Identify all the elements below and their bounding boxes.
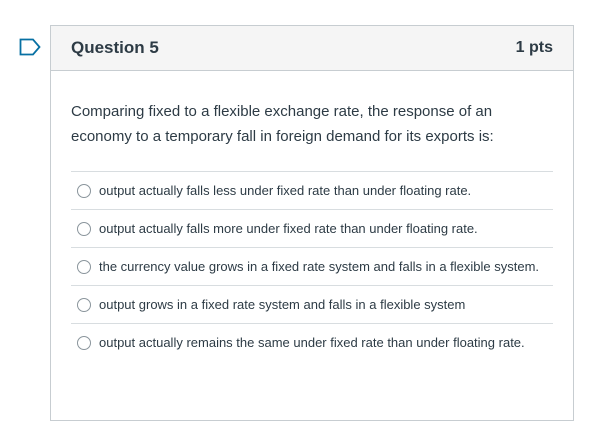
question-points: 1 pts	[515, 39, 553, 56]
radio-unchecked-icon[interactable]	[77, 184, 91, 198]
answer-label[interactable]: output actually falls more under fixed r…	[99, 219, 478, 238]
answer-option[interactable]: output grows in a fixed rate system and …	[71, 285, 553, 323]
answer-option[interactable]: output actually remains the same under f…	[71, 323, 553, 361]
answer-label[interactable]: the currency value grows in a fixed rate…	[99, 257, 539, 276]
answer-option[interactable]: output actually falls less under fixed r…	[71, 171, 553, 209]
answer-option[interactable]: the currency value grows in a fixed rate…	[71, 247, 553, 285]
answer-list: output actually falls less under fixed r…	[71, 171, 553, 361]
question-card: Question 5 1 pts Comparing fixed to a fl…	[50, 25, 574, 421]
question-title: Question 5	[71, 38, 159, 57]
quiz-page: Question 5 1 pts Comparing fixed to a fl…	[0, 0, 609, 446]
question-body: Comparing fixed to a flexible exchange r…	[51, 71, 573, 361]
radio-unchecked-icon[interactable]	[77, 222, 91, 236]
radio-unchecked-icon[interactable]	[77, 298, 91, 312]
answer-label[interactable]: output actually remains the same under f…	[99, 333, 525, 352]
answer-label[interactable]: output grows in a fixed rate system and …	[99, 295, 465, 314]
flag-question-icon[interactable]	[19, 38, 41, 56]
radio-unchecked-icon[interactable]	[77, 336, 91, 350]
question-text: Comparing fixed to a flexible exchange r…	[71, 103, 494, 145]
answer-option[interactable]: output actually falls more under fixed r…	[71, 209, 553, 247]
question-header: Question 5 1 pts	[51, 26, 573, 71]
radio-unchecked-icon[interactable]	[77, 260, 91, 274]
answer-label[interactable]: output actually falls less under fixed r…	[99, 181, 471, 200]
